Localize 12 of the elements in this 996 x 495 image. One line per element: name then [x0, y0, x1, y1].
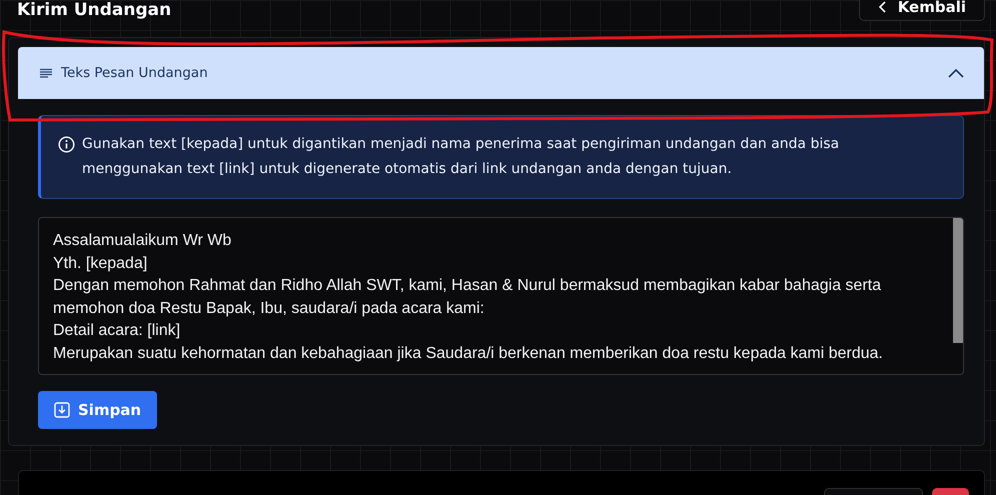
- accordion-header[interactable]: Teks Pesan Undangan: [18, 47, 984, 99]
- chevron-up-icon: [948, 68, 964, 78]
- scrollbar[interactable]: [953, 218, 963, 343]
- chevron-left-icon: [878, 0, 888, 14]
- info-text: Gunakan text [kepada] untuk digantikan menjadi nama penerima saat pengiriman undangan dan anda bisa menggunakan text [link] untuk digenerate otomatis dari link undangan anda dengan tujuan.: [82, 135, 840, 179]
- page-title: Kirim Undangan: [17, 0, 172, 20]
- back-button[interactable]: Kembali: [858, 0, 985, 21]
- info-icon: [58, 136, 75, 153]
- save-button[interactable]: Simpan: [38, 391, 158, 429]
- download-box-icon: [54, 402, 70, 418]
- message-field[interactable]: Assalamualaikum Wr Wb Yth. [kepada] Dengan memohon Rahmat dan Ridho Allah SWT, kami, Hasan & Nurul bermaksud membagikan kabar bahagia serta memohon doa Restu Bapak, Ibu, saudara/i pada acara kami: Detail acara: [link] Merupakan suatu kehormatan dan kebahagiaan jika Saudara/i berkenan memberikan doa restu kepada kami berdua.: [38, 217, 964, 375]
- text-lines-icon: [40, 68, 52, 78]
